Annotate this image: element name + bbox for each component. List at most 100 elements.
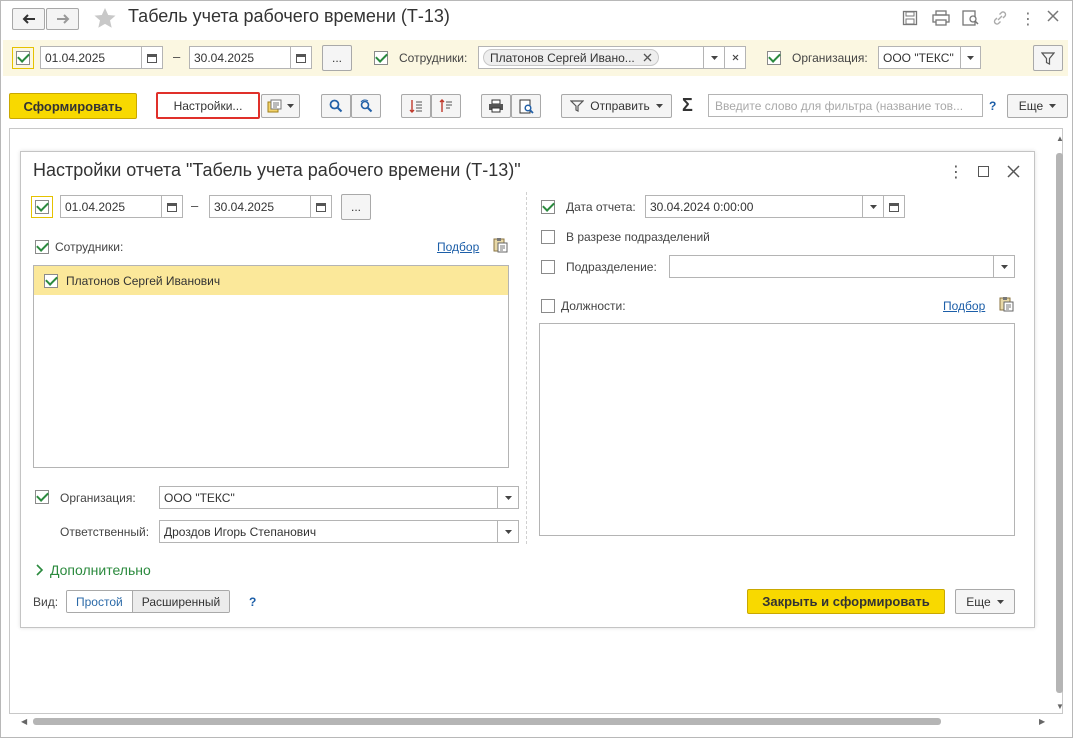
paste-list-icon[interactable] xyxy=(999,296,1014,315)
dialog-employees-checkbox[interactable] xyxy=(35,240,49,254)
department-dropdown-button[interactable] xyxy=(993,255,1015,278)
department-field[interactable] xyxy=(669,255,994,278)
back-button[interactable] xyxy=(12,8,45,30)
collapse-groups-button[interactable] xyxy=(431,94,461,118)
responsible-field[interactable]: Дроздов Игорь Степанович xyxy=(159,520,498,543)
chevron-down-icon xyxy=(869,204,877,209)
organization-label: Организация: xyxy=(792,51,868,65)
scroll-left-icon[interactable]: ◀ xyxy=(21,717,27,726)
send-button[interactable]: Отправить xyxy=(561,94,672,118)
expand-groups-button[interactable] xyxy=(401,94,431,118)
scroll-down-icon[interactable]: ▼ xyxy=(1056,702,1064,711)
dialog-organization-label: Организация: xyxy=(60,491,136,505)
settings-button[interactable]: Настройки... xyxy=(156,92,260,119)
print-button[interactable] xyxy=(481,94,511,118)
organization-field[interactable]: ООО "ТЕКС" xyxy=(878,46,961,69)
positions-checkbox[interactable] xyxy=(541,299,555,313)
dialog-period-to-field[interactable]: 30.04.2025 xyxy=(209,195,311,218)
favorite-star-icon[interactable] xyxy=(93,7,117,32)
view-extended-option[interactable]: Расширенный xyxy=(132,591,230,612)
organization-dropdown-button[interactable] xyxy=(960,46,981,69)
calendar-button[interactable] xyxy=(290,46,312,69)
find-next-button[interactable] xyxy=(351,94,381,118)
report-date-dropdown-button[interactable] xyxy=(862,195,884,218)
period-checkbox[interactable] xyxy=(16,51,30,65)
scroll-right-icon[interactable]: ▶ xyxy=(1039,717,1045,726)
sum-icon[interactable]: Σ xyxy=(682,95,693,116)
chevron-right-icon xyxy=(36,564,44,576)
calendar-button[interactable] xyxy=(161,195,183,218)
period-checkbox-wrap[interactable] xyxy=(12,47,34,69)
calendar-icon xyxy=(316,202,326,212)
dialog-organization-field[interactable]: ООО "ТЕКС" xyxy=(159,486,498,509)
organization-dropdown-button[interactable] xyxy=(497,486,519,509)
dialog-organization-checkbox[interactable] xyxy=(35,490,49,504)
employees-list[interactable]: Платонов Сергей Иванович xyxy=(33,265,509,468)
view-switch[interactable]: Простой Расширенный xyxy=(66,590,231,613)
period-to-field[interactable]: 30.04.2025 xyxy=(189,46,291,69)
employee-tag[interactable]: Платонов Сергей Ивано... xyxy=(483,49,659,66)
dialog-period-checkbox[interactable] xyxy=(35,200,49,214)
more-button[interactable]: Еще xyxy=(1007,94,1068,118)
find-button[interactable] xyxy=(321,94,351,118)
link-icon[interactable] xyxy=(992,10,1008,29)
report-variant-icon xyxy=(267,99,282,113)
dialog-help-icon[interactable]: ? xyxy=(249,595,256,609)
generate-button[interactable]: Сформировать xyxy=(9,93,137,119)
dialog-period-checkbox-wrap[interactable] xyxy=(31,196,53,218)
calendar-button[interactable] xyxy=(310,195,332,218)
employee-row-name: Платонов Сергей Иванович xyxy=(66,273,221,288)
variant-button[interactable] xyxy=(261,94,300,118)
print-preview-button[interactable] xyxy=(511,94,541,118)
remove-tag-icon[interactable] xyxy=(643,53,652,62)
calendar-button[interactable] xyxy=(883,195,905,218)
department-checkbox[interactable] xyxy=(541,260,555,274)
vertical-scrollbar[interactable] xyxy=(1056,153,1063,693)
search-filter-input[interactable]: Введите слово для фильтра (название тов.… xyxy=(708,94,983,117)
dialog-close-icon[interactable] xyxy=(1007,165,1020,181)
paste-list-icon[interactable] xyxy=(493,237,508,256)
menu-dots-icon[interactable]: ⋮ xyxy=(1020,9,1036,29)
calendar-button[interactable] xyxy=(141,46,163,69)
employees-dropdown-button[interactable] xyxy=(703,46,725,69)
employee-tag-label: Платонов Сергей Ивано... xyxy=(490,50,635,65)
save-icon[interactable] xyxy=(902,10,918,29)
period-select-button[interactable]: ... xyxy=(322,45,352,71)
close-and-generate-button[interactable]: Закрыть и сформировать xyxy=(747,589,945,614)
dialog-period-from-field[interactable]: 01.04.2025 xyxy=(60,195,162,218)
dialog-title: Настройки отчета "Табель учета рабочего … xyxy=(33,160,521,180)
additional-section-toggle[interactable]: Дополнительно xyxy=(36,562,151,578)
calendar-icon xyxy=(889,202,899,212)
horizontal-scrollbar[interactable] xyxy=(33,718,941,725)
filter-settings-button[interactable] xyxy=(1033,45,1063,71)
dialog-period-select-button[interactable]: ... xyxy=(341,194,371,220)
forward-button[interactable] xyxy=(46,8,79,30)
employees-checkbox[interactable] xyxy=(374,51,388,65)
close-window-icon[interactable] xyxy=(1046,9,1060,26)
responsible-dropdown-button[interactable] xyxy=(497,520,519,543)
employees-pick-link[interactable]: Подбор xyxy=(437,240,479,254)
report-date-label: Дата отчета: xyxy=(566,200,636,214)
employees-clear-button[interactable] xyxy=(724,46,746,69)
positions-pick-link[interactable]: Подбор xyxy=(943,299,985,313)
report-date-field[interactable]: 30.04.2024 0:00:00 xyxy=(645,195,863,218)
scroll-up-icon[interactable]: ▲ xyxy=(1056,134,1064,143)
period-from-field[interactable]: 01.04.2025 xyxy=(40,46,142,69)
window-title: Табель учета рабочего времени (Т-13) xyxy=(128,6,450,26)
help-icon[interactable]: ? xyxy=(989,99,996,113)
report-date-checkbox[interactable] xyxy=(541,200,555,214)
organization-checkbox[interactable] xyxy=(767,51,781,65)
view-simple-option[interactable]: Простой xyxy=(67,591,133,612)
employees-label: Сотрудники: xyxy=(399,51,468,65)
chevron-down-icon xyxy=(655,104,663,108)
list-item[interactable]: Платонов Сергей Иванович xyxy=(34,266,508,295)
positions-list[interactable] xyxy=(539,323,1015,536)
employees-field[interactable]: Платонов Сергей Ивано... xyxy=(478,46,704,69)
print-icon[interactable] xyxy=(932,10,950,29)
dialog-menu-icon[interactable]: ⋮ xyxy=(948,162,964,182)
preview-icon[interactable] xyxy=(962,10,980,29)
employee-row-checkbox[interactable] xyxy=(44,273,58,288)
by-departments-checkbox[interactable] xyxy=(541,230,555,244)
dialog-more-button[interactable]: Еще xyxy=(955,589,1015,614)
dialog-maximize-icon[interactable] xyxy=(978,166,989,177)
